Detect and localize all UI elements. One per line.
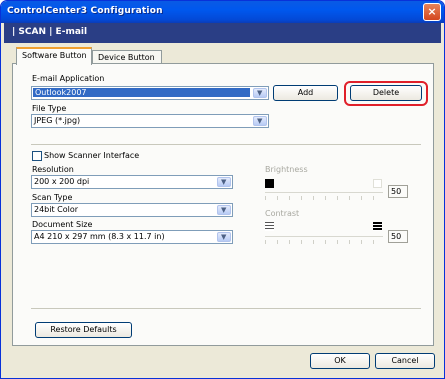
banner-title: | SCAN | E-mail: [12, 27, 88, 37]
show-scanner-interface-checkbox[interactable]: [32, 151, 42, 161]
email-application-select[interactable]: Outlook2007 ▼: [31, 86, 269, 100]
close-icon[interactable]: ×: [423, 3, 441, 21]
high-contrast-icon: [373, 222, 382, 231]
title-bar[interactable]: ControlCenter3 Configuration ×: [1, 1, 444, 23]
resolution-value: 200 x 200 dpi: [34, 177, 90, 186]
chevron-down-icon[interactable]: ▼: [253, 116, 267, 126]
section-divider: [31, 144, 421, 145]
email-application-label: E-mail Application: [32, 74, 105, 83]
add-button[interactable]: Add: [273, 85, 338, 101]
ok-button[interactable]: OK: [310, 353, 370, 369]
file-type-label: File Type: [32, 104, 67, 113]
resolution-select[interactable]: 200 x 200 dpi ▼: [31, 175, 233, 189]
contrast-slider[interactable]: [265, 236, 383, 237]
tab-panel: E-mail Application Outlook2007 ▼ Add Del…: [12, 63, 434, 346]
chevron-down-icon[interactable]: ▼: [217, 177, 231, 187]
cancel-button[interactable]: Cancel: [375, 353, 435, 369]
chevron-down-icon[interactable]: ▼: [217, 205, 231, 215]
brightness-label: Brightness: [265, 165, 308, 174]
window-title: ControlCenter3 Configuration: [7, 6, 163, 16]
configuration-window: ControlCenter3 Configuration × | SCAN | …: [0, 0, 445, 379]
tab-software-button[interactable]: Software Button: [16, 47, 92, 65]
low-contrast-icon: [265, 222, 274, 231]
scan-type-select[interactable]: 24bit Color ▼: [31, 203, 233, 217]
contrast-label: Contrast: [265, 209, 300, 218]
restore-defaults-button[interactable]: Restore Defaults: [35, 322, 132, 338]
contrast-value-box[interactable]: 50: [388, 230, 408, 243]
brightness-slider[interactable]: [265, 192, 383, 193]
file-type-value: JPEG (*.jpg): [34, 116, 81, 125]
brightness-value-box[interactable]: 50: [388, 185, 408, 198]
chevron-down-icon[interactable]: ▼: [253, 88, 267, 98]
scan-type-value: 24bit Color: [34, 205, 79, 214]
bottom-divider: [31, 308, 421, 309]
tab-device-button[interactable]: Device Button: [92, 50, 162, 64]
chevron-down-icon[interactable]: ▼: [217, 232, 231, 242]
document-size-select[interactable]: A4 210 x 297 mm (8.3 x 11.7 in) ▼: [31, 230, 233, 244]
document-size-value: A4 210 x 297 mm (8.3 x 11.7 in): [34, 232, 165, 241]
resolution-label: Resolution: [32, 165, 74, 174]
email-application-value: Outlook2007: [33, 88, 250, 97]
scan-type-label: Scan Type: [32, 193, 73, 202]
document-size-label: Document Size: [32, 220, 93, 229]
header-banner: | SCAN | E-mail: [4, 23, 441, 43]
contrast-ticks: [265, 240, 383, 244]
show-scanner-interface-label: Show Scanner Interface: [44, 151, 140, 160]
file-type-select[interactable]: JPEG (*.jpg) ▼: [31, 114, 269, 128]
dark-brightness-icon: [265, 179, 274, 188]
brightness-ticks: [265, 196, 383, 200]
delete-button[interactable]: Delete: [350, 85, 422, 101]
light-brightness-icon: [373, 179, 382, 188]
